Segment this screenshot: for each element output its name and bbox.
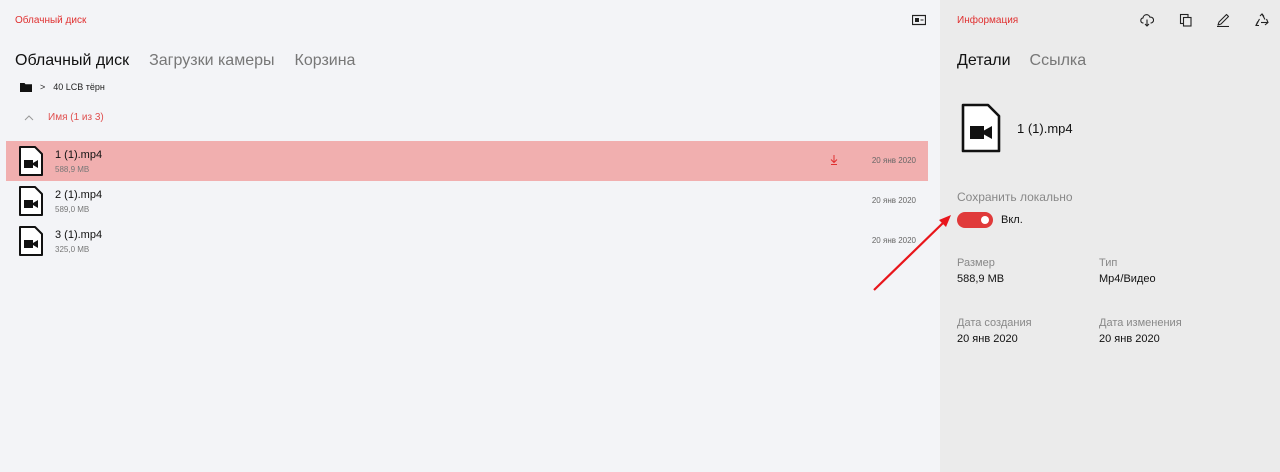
file-row[interactable]: 1 (1).mp4 588,9 MB 20 янв 2020 — [6, 141, 928, 181]
info-tabs: Детали Ссылка — [957, 52, 1086, 70]
selected-file-name: 1 (1).mp4 — [1017, 121, 1073, 136]
video-file-icon — [19, 226, 43, 256]
file-name: 3 (1).mp4 — [55, 229, 103, 241]
file-name: 1 (1).mp4 — [55, 149, 103, 161]
chevron-up-icon — [24, 114, 34, 120]
info-title: Информация — [957, 15, 1019, 26]
tab-trash[interactable]: Корзина — [295, 52, 356, 70]
toggle-state-text: Вкл. — [1001, 214, 1023, 226]
file-date: 20 янв 2020 — [871, 156, 916, 165]
file-size: 325,0 MB — [55, 245, 90, 254]
main-tabs: Облачный диск Загрузки камеры Корзина — [15, 52, 355, 70]
info-pane: Информация Детали Ссылка 1 (1).mp4 Сохра… — [940, 0, 1280, 472]
cloud-download-icon[interactable] — [1140, 13, 1154, 27]
save-locally-label: Сохранить локально — [957, 190, 1073, 204]
tab-camera-uploads[interactable]: Загрузки камеры — [149, 52, 274, 70]
file-row[interactable]: 2 (1).mp4 589,0 MB 20 янв 2020 — [6, 181, 928, 221]
file-list: 1 (1).mp4 588,9 MB 20 янв 2020 2 (1).mp4… — [6, 141, 928, 261]
folder-icon[interactable] — [20, 82, 32, 92]
modified-value: 20 янв 2020 — [1099, 333, 1160, 345]
created-label: Дата создания — [957, 317, 1032, 329]
pencil-icon[interactable] — [1216, 13, 1230, 27]
tab-link[interactable]: Ссылка — [1030, 52, 1087, 70]
breadcrumb: > 40 LCB тёрн — [20, 82, 105, 92]
file-name: 2 (1).mp4 — [55, 189, 103, 201]
breadcrumb-folder[interactable]: 40 LCB тёрн — [53, 82, 105, 92]
modified-label: Дата изменения — [1099, 317, 1182, 329]
copy-icon[interactable] — [1179, 13, 1193, 27]
file-date: 20 янв 2020 — [871, 196, 916, 205]
type-label: Тип — [1099, 257, 1118, 269]
download-arrow-icon — [830, 155, 838, 165]
video-file-icon — [961, 103, 1001, 153]
type-value: Mp4/Видео — [1099, 273, 1156, 285]
recycle-icon[interactable] — [1255, 13, 1269, 27]
file-row[interactable]: 3 (1).mp4 325,0 MB 20 янв 2020 — [6, 221, 928, 261]
sort-label: Имя (1 из 3) — [48, 112, 104, 123]
file-size: 589,0 MB — [55, 205, 90, 214]
breadcrumb-separator: > — [40, 82, 46, 92]
size-value: 588,9 MB — [957, 273, 1005, 285]
file-date: 20 янв 2020 — [871, 236, 916, 245]
sort-by-name[interactable]: Имя (1 из 3) — [24, 112, 104, 123]
file-browser-pane: Облачный диск Облачный диск Загрузки кам… — [0, 0, 940, 472]
tab-details[interactable]: Детали — [957, 52, 1011, 70]
created-value: 20 янв 2020 — [957, 333, 1018, 345]
save-locally-toggle[interactable] — [957, 212, 993, 228]
file-size: 588,9 MB — [55, 165, 90, 174]
toggle-knob — [981, 216, 989, 224]
tab-cloud-disk[interactable]: Облачный диск — [15, 52, 129, 70]
size-label: Размер — [957, 257, 995, 269]
video-file-icon — [19, 186, 43, 216]
view-toggle-icon[interactable] — [912, 14, 926, 26]
video-file-icon — [19, 146, 43, 176]
app-title: Облачный диск — [15, 15, 87, 26]
